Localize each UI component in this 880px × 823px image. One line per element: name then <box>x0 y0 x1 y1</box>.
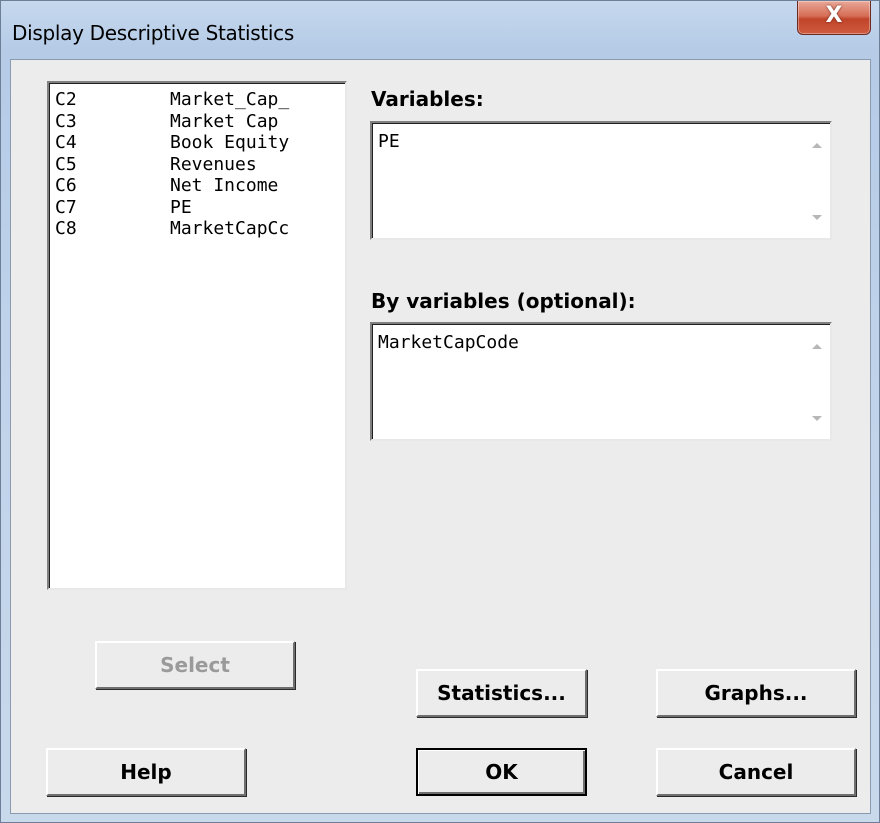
columns-listbox[interactable]: C2 Market_Cap_ C3 Market Cap C4 Book Equity C5… <box>47 81 347 590</box>
column-id: C2 <box>55 89 77 110</box>
by-variables-value: MarketCapCode <box>378 332 519 353</box>
column-name: PE <box>170 196 192 218</box>
column-name: Revenues <box>170 153 257 175</box>
statistics-button[interactable]: Statistics... <box>416 669 587 717</box>
variables-field[interactable]: PE <box>370 121 832 240</box>
variables-value: PE <box>378 131 400 152</box>
window-title: Display Descriptive Statistics <box>12 21 294 45</box>
dialog-window: Display Descriptive Statistics X C2 Marke… <box>0 0 880 823</box>
help-button[interactable]: Help <box>46 748 246 796</box>
cancel-button[interactable]: Cancel <box>656 748 856 796</box>
column-name: MarketCapCc <box>170 218 290 239</box>
by-variables-scrollbar[interactable] <box>806 326 828 437</box>
by-variables-field[interactable]: MarketCapCode <box>370 322 832 441</box>
column-id: C8 <box>55 218 77 239</box>
select-button[interactable]: Select <box>95 641 295 689</box>
ok-button[interactable]: OK <box>416 748 587 796</box>
graphs-button[interactable]: Graphs... <box>656 669 856 717</box>
variables-scrollbar[interactable] <box>806 125 828 236</box>
scroll-down-arrow-icon[interactable] <box>812 416 822 421</box>
close-icon: X <box>825 3 843 28</box>
scroll-up-arrow-icon[interactable] <box>812 143 822 148</box>
column-id: C4 <box>55 132 77 153</box>
column-name: Book Equity <box>170 132 290 153</box>
variables-label: Variables: <box>371 87 484 111</box>
scroll-up-arrow-icon[interactable] <box>812 344 822 349</box>
title-bar[interactable]: Display Descriptive Statistics X <box>1 1 879 61</box>
column-id: C6 <box>55 175 77 196</box>
column-name: Market_Cap_ <box>170 89 290 110</box>
column-name: Net Income <box>170 175 279 196</box>
column-id: C3 <box>55 110 77 132</box>
by-variables-label: By variables (optional): <box>371 289 636 313</box>
column-name: Market Cap <box>170 110 279 132</box>
scroll-down-arrow-icon[interactable] <box>812 215 822 220</box>
close-button[interactable]: X <box>797 1 871 35</box>
column-id: C7 <box>55 196 77 218</box>
column-id: C5 <box>55 153 77 175</box>
dialog-content: C2 Market_Cap_ C3 Market Cap C4 Book Equity C5… <box>10 59 871 814</box>
